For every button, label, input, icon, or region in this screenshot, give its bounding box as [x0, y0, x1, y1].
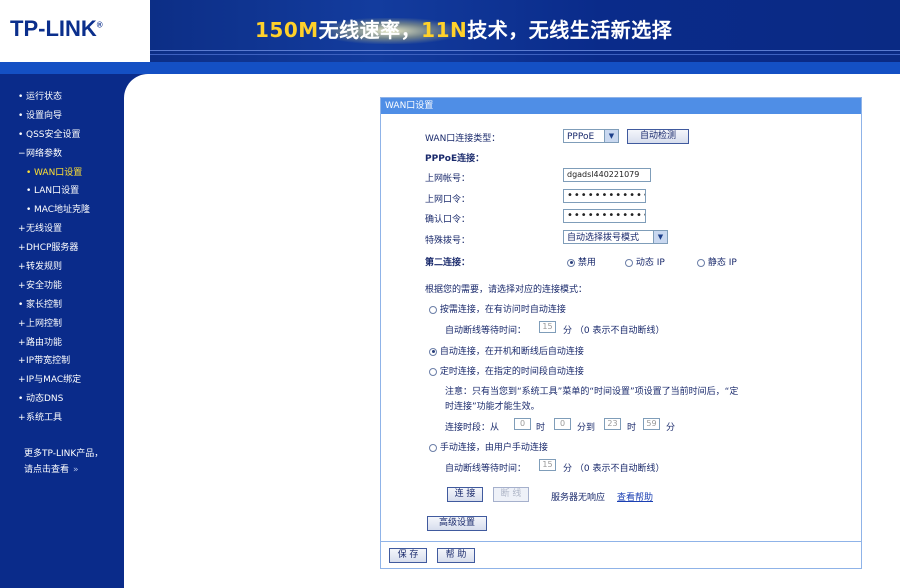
conn-type-select[interactable]: PPPoE ▼ [563, 129, 619, 143]
sidebar-item-system-tools[interactable]: +系统工具 [18, 409, 124, 428]
sidebar-item-access-control[interactable]: +上网控制 [18, 315, 124, 334]
special-dial-select[interactable]: 自动选择拨号模式 ▼ [563, 230, 668, 244]
double-arrow-icon: » [73, 465, 79, 475]
second-conn-dynamic[interactable]: 动态 IP [625, 255, 665, 268]
mode-auto[interactable]: 自动连接，在开机和断线后自动连接 [429, 344, 584, 357]
conn-type-label: WAN口连接类型： [425, 134, 501, 144]
special-dial-label: 特殊拨号： [425, 236, 471, 246]
sidebar-item-wan[interactable]: • WAN口设置 [18, 164, 124, 183]
note-line-1: 注意：只有当您到“系统工具”菜单的“时间设置”项设置了当前时间后，“定 [445, 387, 739, 397]
end-hour-input[interactable]: 23 [604, 418, 621, 430]
wan-settings-panel: WAN口设置 WAN口连接类型： PPPoE ▼ 自动检测 PPPoE连接： 上网… [380, 97, 862, 569]
idle-time-unit-2: 分 （0 表示不自动断线） [563, 464, 665, 474]
sidebar-item-status[interactable]: • 运行状态 [18, 88, 124, 107]
sidebar-item-security[interactable]: +安全功能 [18, 277, 124, 296]
start-minute-unit: 分到 [577, 423, 596, 433]
second-connection-label: 第二连接： [425, 258, 471, 268]
password-input[interactable]: ••••••••••••••• [563, 189, 646, 203]
sidebar-item-parental[interactable]: • 家长控制 [18, 296, 124, 315]
end-minute-unit: 分 [666, 423, 676, 433]
sidebar-item-bandwidth[interactable]: +IP带宽控制 [18, 352, 124, 371]
idle-time-unit: 分 （0 表示不自动断线） [563, 326, 665, 336]
start-hour-input[interactable]: 0 [514, 418, 531, 430]
mode-timed[interactable]: 定时连接，在指定的时间段自动连接 [429, 364, 584, 377]
end-hour-unit: 时 [627, 423, 637, 433]
radio-icon[interactable] [625, 258, 633, 267]
banner-slogan: 150M无线速率，11N技术，无线生活新选择 [255, 18, 673, 42]
radio-icon[interactable] [429, 443, 437, 452]
period-label: 连接时段：从 [445, 423, 500, 433]
account-input[interactable]: dgadsl440221079 [563, 168, 651, 182]
note-line-2: 时连接”功能才能生效。 [445, 402, 540, 412]
tp-link-logo: TP-LINK® [10, 16, 103, 41]
sidebar-item-routing[interactable]: +路由功能 [18, 334, 124, 353]
account-label: 上网帐号： [425, 174, 471, 184]
banner-strip [0, 62, 900, 74]
panel-title: WAN口设置 [381, 98, 861, 114]
sidebar-item-mac-clone[interactable]: • MAC地址克隆 [18, 201, 124, 220]
disconnect-button[interactable]: 断 线 [493, 487, 529, 502]
password-label: 上网口令： [425, 195, 471, 205]
sidebar-item-wizard[interactable]: • 设置向导 [18, 107, 124, 126]
radio-icon[interactable] [429, 367, 437, 376]
confirm-password-label: 确认口令： [425, 215, 471, 225]
radio-selected-icon[interactable] [567, 258, 575, 267]
header-banner: TP-LINK® 150M无线速率，11N技术，无线生活新选择 [0, 0, 900, 62]
start-hour-unit: 时 [536, 423, 546, 433]
logo-area: TP-LINK® [0, 0, 150, 62]
sidebar-menu: • 运行状态 • 设置向导 • QSS安全设置 −网络参数 • WAN口设置 • LAN口… [18, 88, 124, 428]
help-button[interactable]: 帮 助 [437, 548, 475, 563]
more-products-link[interactable]: 更多TP-LINK产品， 请点击查看» [24, 446, 103, 478]
radio-icon[interactable] [697, 258, 705, 267]
connection-status: 服务器无响应 [551, 493, 606, 503]
view-help-link[interactable]: 查看帮助 [617, 490, 653, 503]
sidebar-item-network[interactable]: −网络参数 [18, 145, 124, 164]
idle-time-input[interactable]: 15 [539, 321, 556, 333]
mode-manual[interactable]: 手动连接，由用户手动连接 [429, 440, 548, 453]
start-minute-input[interactable]: 0 [554, 418, 571, 430]
sidebar-item-qss[interactable]: • QSS安全设置 [18, 126, 124, 145]
sidebar: • 运行状态 • 设置向导 • QSS安全设置 −网络参数 • WAN口设置 • LAN口… [0, 74, 124, 588]
sidebar-item-forwarding[interactable]: +转发规则 [18, 258, 124, 277]
end-minute-input[interactable]: 59 [643, 418, 660, 430]
idle-time-input-2[interactable]: 15 [539, 459, 556, 471]
sidebar-item-ddns[interactable]: • 动态DNS [18, 390, 124, 409]
second-conn-static[interactable]: 静态 IP [697, 255, 737, 268]
second-conn-disable[interactable]: 禁用 [567, 255, 596, 268]
radio-icon[interactable] [429, 305, 437, 314]
chevron-down-icon: ▼ [604, 130, 618, 142]
sidebar-item-ip-mac-binding[interactable]: +IP与MAC绑定 [18, 371, 124, 390]
mode-prompt: 根据您的需要，请选择对应的连接模式： [425, 285, 588, 295]
advanced-settings-button[interactable]: 高级设置 [427, 516, 487, 531]
sidebar-item-dhcp[interactable]: +DHCP服务器 [18, 239, 124, 258]
save-button[interactable]: 保 存 [389, 548, 427, 563]
mode-on-demand[interactable]: 按需连接，在有访问时自动连接 [429, 302, 566, 315]
sidebar-item-wireless[interactable]: +无线设置 [18, 220, 124, 239]
idle-time-label: 自动断线等待时间： [445, 326, 527, 336]
connect-button[interactable]: 连 接 [447, 487, 483, 502]
radio-selected-icon[interactable] [429, 347, 437, 356]
idle-time-label-2: 自动断线等待时间： [445, 464, 527, 474]
confirm-password-input[interactable]: ••••••••••••••• [563, 209, 646, 223]
auto-detect-button[interactable]: 自动检测 [627, 129, 689, 144]
pppoe-label: PPPoE连接： [425, 154, 485, 164]
sidebar-item-lan[interactable]: • LAN口设置 [18, 182, 124, 201]
chevron-down-icon: ▼ [653, 231, 667, 243]
panel-divider [381, 541, 861, 542]
